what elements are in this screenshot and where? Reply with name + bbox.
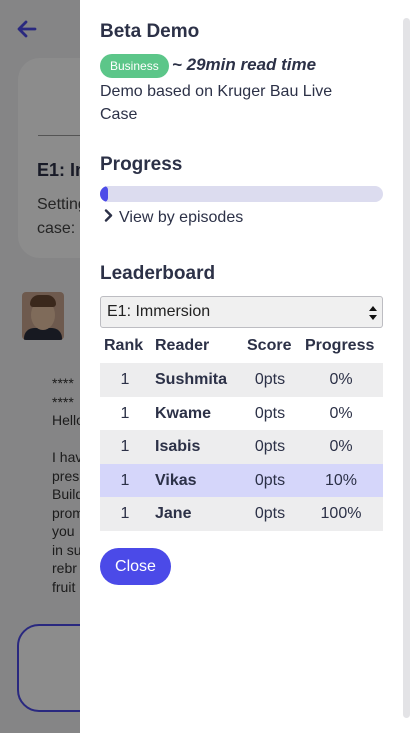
progress-heading: Progress (100, 154, 183, 175)
episode-select[interactable]: E1: Immersion (100, 296, 383, 328)
progress-cell: 0% (329, 438, 353, 455)
select-arrows-icon (369, 303, 377, 321)
rank-cell: 1 (120, 505, 130, 522)
progress-cell: 0% (329, 404, 353, 422)
leaderboard-table: Rank Reader Score Progress 1 Sushmita 0p… (100, 330, 383, 531)
story-title: Beta Demo (100, 21, 200, 42)
scrollbar[interactable] (403, 18, 410, 718)
table-header-row: Rank Reader Score Progress (100, 330, 383, 363)
story-description: Demo based on Kruger Bau Live Case (100, 83, 333, 123)
reader-cell: Isabis (155, 438, 201, 455)
chevron-right-icon (104, 208, 113, 228)
table-row-current-user: 1 Vikas 0pts 10% (100, 463, 383, 497)
table-row: 1 Sushmita 0pts 0% (100, 363, 383, 397)
progress-cell: 0% (329, 371, 353, 388)
score-cell: 0pts (254, 471, 286, 489)
column-header-score: Score (247, 337, 292, 354)
leaderboard-heading: Leaderboard (100, 263, 216, 284)
column-header-rank: Rank (104, 337, 144, 354)
progress-bar-fill (100, 186, 109, 202)
reader-cell: Sushmita (155, 371, 228, 388)
column-header-progress: Progress (305, 337, 375, 354)
progress-bar (100, 186, 383, 202)
table-row: 1 Jane 0pts 100% (100, 497, 383, 531)
rank-cell: 1 (120, 404, 130, 422)
score-cell: 0pts (254, 438, 286, 455)
view-by-episodes-label: View by episodes (119, 209, 244, 226)
reader-cell: Jane (155, 505, 192, 522)
rank-cell: 1 (120, 438, 130, 455)
reader-cell: Vikas (155, 471, 197, 489)
progress-cell: 10% (324, 471, 358, 489)
story-details-drawer: Beta Demo Business ~ 29min read time Dem… (80, 0, 412, 733)
column-header-reader: Reader (155, 337, 210, 354)
close-button[interactable]: Close (100, 548, 171, 585)
read-time: ~ 29min read time (172, 55, 317, 74)
score-cell: 0pts (254, 404, 286, 422)
score-cell: 0pts (254, 505, 286, 522)
table-row: 1 Isabis 0pts 0% (100, 430, 383, 464)
rank-cell: 1 (120, 471, 130, 489)
progress-cell: 100% (320, 505, 362, 522)
category-badge: Business (100, 54, 169, 78)
episode-select-value: E1: Immersion (107, 303, 211, 320)
view-by-episodes-link[interactable]: View by episodes (104, 208, 243, 228)
score-cell: 0pts (254, 371, 286, 388)
reader-cell: Kwame (155, 404, 212, 422)
table-row: 1 Kwame 0pts 0% (100, 397, 383, 431)
rank-cell: 1 (120, 371, 130, 388)
